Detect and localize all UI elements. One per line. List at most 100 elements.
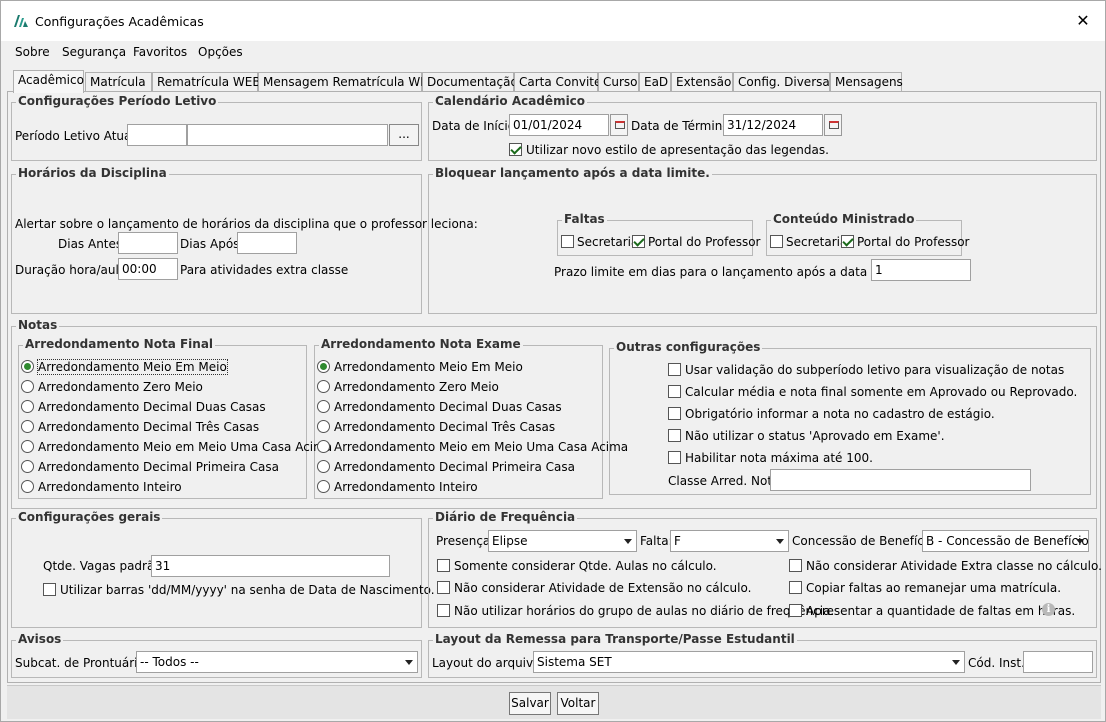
exame-radio-6[interactable] <box>317 480 330 493</box>
outras-checkbox-1[interactable] <box>668 385 681 398</box>
cod-inst-label: Cód. Inst.: <box>968 656 1029 670</box>
concessao-label: Concessão de Benefício: <box>792 534 939 548</box>
menu-opcoes[interactable]: Opções <box>198 45 243 59</box>
group-legend: Arredondamento Nota Final <box>23 337 216 351</box>
tab-config-diversas[interactable]: Config. Diversas <box>733 72 836 92</box>
faltas-portal-label: Portal do Professor <box>648 235 761 249</box>
menu-seguranca[interactable]: Segurança <box>62 45 126 59</box>
group-legend: Calendário Acadêmico <box>433 94 588 108</box>
final-radio-3[interactable] <box>21 420 34 433</box>
diario-left-checkbox-0[interactable] <box>437 559 450 572</box>
exame-radio-label: Arredondamento Meio em Meio Uma Casa Aci… <box>334 440 629 454</box>
final-radio-0[interactable] <box>21 360 34 373</box>
barras-checkbox[interactable] <box>43 583 56 596</box>
tab-academico[interactable]: Acadêmico <box>13 70 84 93</box>
diario-right-checkbox-0[interactable] <box>789 559 802 572</box>
presenca-value: Elipse <box>492 534 528 548</box>
exame-radio-4[interactable] <box>317 440 330 453</box>
tab-matricula[interactable]: Matrícula <box>85 72 152 92</box>
falta-select[interactable]: F <box>670 530 789 552</box>
group-legend: Outras configurações <box>614 340 763 354</box>
layout-arquivo-value: Sistema SET <box>537 655 612 669</box>
diario-right-checkbox-1[interactable] <box>789 581 802 594</box>
conteudo-portal-label: Portal do Professor <box>857 235 970 249</box>
exame-radio-1[interactable] <box>317 380 330 393</box>
final-radio-4[interactable] <box>21 440 34 453</box>
presenca-select[interactable]: Elipse <box>488 530 637 552</box>
diario-left-label: Não considerar Atividade de Extensão no … <box>454 581 752 595</box>
exame-radio-3[interactable] <box>317 420 330 433</box>
title-bar: Configurações Acadêmicas ✕ <box>1 1 1105 41</box>
data-termino-input[interactable]: 31/12/2024 <box>723 114 823 136</box>
close-icon[interactable]: ✕ <box>1071 9 1095 33</box>
layout-arquivo-select[interactable]: Sistema SET <box>533 651 965 673</box>
periodo-browse-button[interactable]: ... <box>389 124 419 146</box>
outras-label: Usar validação do subperíodo letivo para… <box>685 363 1065 377</box>
exame-radio-label: Arredondamento Decimal Três Casas <box>334 420 556 434</box>
tab-ead[interactable]: EaD <box>639 72 671 92</box>
novo-estilo-label: Utilizar novo estilo de apresentação das… <box>526 143 829 157</box>
info-icon[interactable]: i <box>1042 603 1055 616</box>
data-inicio-input[interactable]: 01/01/2024 <box>509 114 609 136</box>
duracao-input[interactable]: 00:00 <box>118 258 178 280</box>
conteudo-secretaria-label: Secretaria <box>786 235 848 249</box>
vagas-input[interactable]: 31 <box>151 555 390 577</box>
falta-value: F <box>674 534 681 548</box>
diario-right-checkbox-2[interactable] <box>789 604 802 617</box>
tab-mensagens[interactable]: Mensagens <box>830 72 903 92</box>
novo-estilo-checkbox[interactable] <box>509 143 522 156</box>
outras-checkbox-4[interactable] <box>668 451 681 464</box>
chevron-down-icon <box>405 660 413 665</box>
final-radio-6[interactable] <box>21 480 34 493</box>
concessao-value: B - Concessão de Benefício <box>926 534 1089 548</box>
voltar-button[interactable]: Voltar <box>557 692 599 715</box>
dias-apos-label: Dias Após: <box>180 237 244 251</box>
faltas-portal-checkbox[interactable] <box>632 235 645 248</box>
exame-radio-0[interactable] <box>317 360 330 373</box>
calendar-icon[interactable] <box>610 114 628 136</box>
concessao-select[interactable]: B - Concessão de Benefício <box>922 530 1089 552</box>
diario-left-checkbox-1[interactable] <box>437 581 450 594</box>
periodo-name-input[interactable] <box>187 124 388 146</box>
outras-checkbox-0[interactable] <box>668 363 681 376</box>
diario-left-checkbox-2[interactable] <box>437 604 450 617</box>
exame-radio-2[interactable] <box>317 400 330 413</box>
classe-arred-input[interactable] <box>770 469 1031 491</box>
app-logo-icon <box>14 15 28 27</box>
menu-sobre[interactable]: Sobre <box>15 45 50 59</box>
tab-extensao[interactable]: Extensão <box>671 72 733 92</box>
outras-checkbox-3[interactable] <box>668 429 681 442</box>
tab-curso[interactable]: Curso <box>598 72 639 92</box>
calendar-icon[interactable] <box>824 114 842 136</box>
final-radio-1[interactable] <box>21 380 34 393</box>
group-legend: Notas <box>16 318 60 332</box>
final-radio-5[interactable] <box>21 460 34 473</box>
outras-label: Obrigatório informar a nota no cadastro … <box>685 407 995 421</box>
cod-inst-input[interactable] <box>1023 651 1093 673</box>
conteudo-portal-checkbox[interactable] <box>841 235 854 248</box>
exame-radio-5[interactable] <box>317 460 330 473</box>
subcat-select[interactable]: -- Todos -- <box>136 651 418 673</box>
tab-documentacao[interactable]: Documentação <box>422 72 518 92</box>
group-legend: Configurações gerais <box>16 510 163 524</box>
exame-radio-label: Arredondamento Zero Meio <box>334 380 499 394</box>
outras-checkbox-2[interactable] <box>668 407 681 420</box>
final-radio-label: Arredondamento Decimal Três Casas <box>38 420 260 434</box>
tab-carta-convite[interactable]: Carta Convite <box>514 72 601 92</box>
dias-antes-input[interactable] <box>118 232 178 254</box>
window-title: Configurações Acadêmicas <box>35 14 204 29</box>
salvar-button[interactable]: Salvar <box>509 692 551 715</box>
final-radio-label: Arredondamento Zero Meio <box>38 380 203 394</box>
menu-favoritos[interactable]: Favoritos <box>133 45 187 59</box>
conteudo-secretaria-checkbox[interactable] <box>770 235 783 248</box>
periodo-code-input[interactable] <box>127 124 187 146</box>
duracao-label: Duração hora/aula: <box>15 263 131 277</box>
tab-mensagem-rematricula-web[interactable]: Mensagem Rematrícula WEB <box>258 72 436 92</box>
final-radio-2[interactable] <box>21 400 34 413</box>
chevron-down-icon <box>776 539 784 544</box>
tab-rematricula-web[interactable]: Rematrícula WEB <box>152 72 261 92</box>
faltas-secretaria-checkbox[interactable] <box>561 235 574 248</box>
classe-arred-label: Classe Arred. Nota: <box>668 474 784 488</box>
prazo-input[interactable]: 1 <box>871 259 971 281</box>
dias-apos-input[interactable] <box>237 232 297 254</box>
